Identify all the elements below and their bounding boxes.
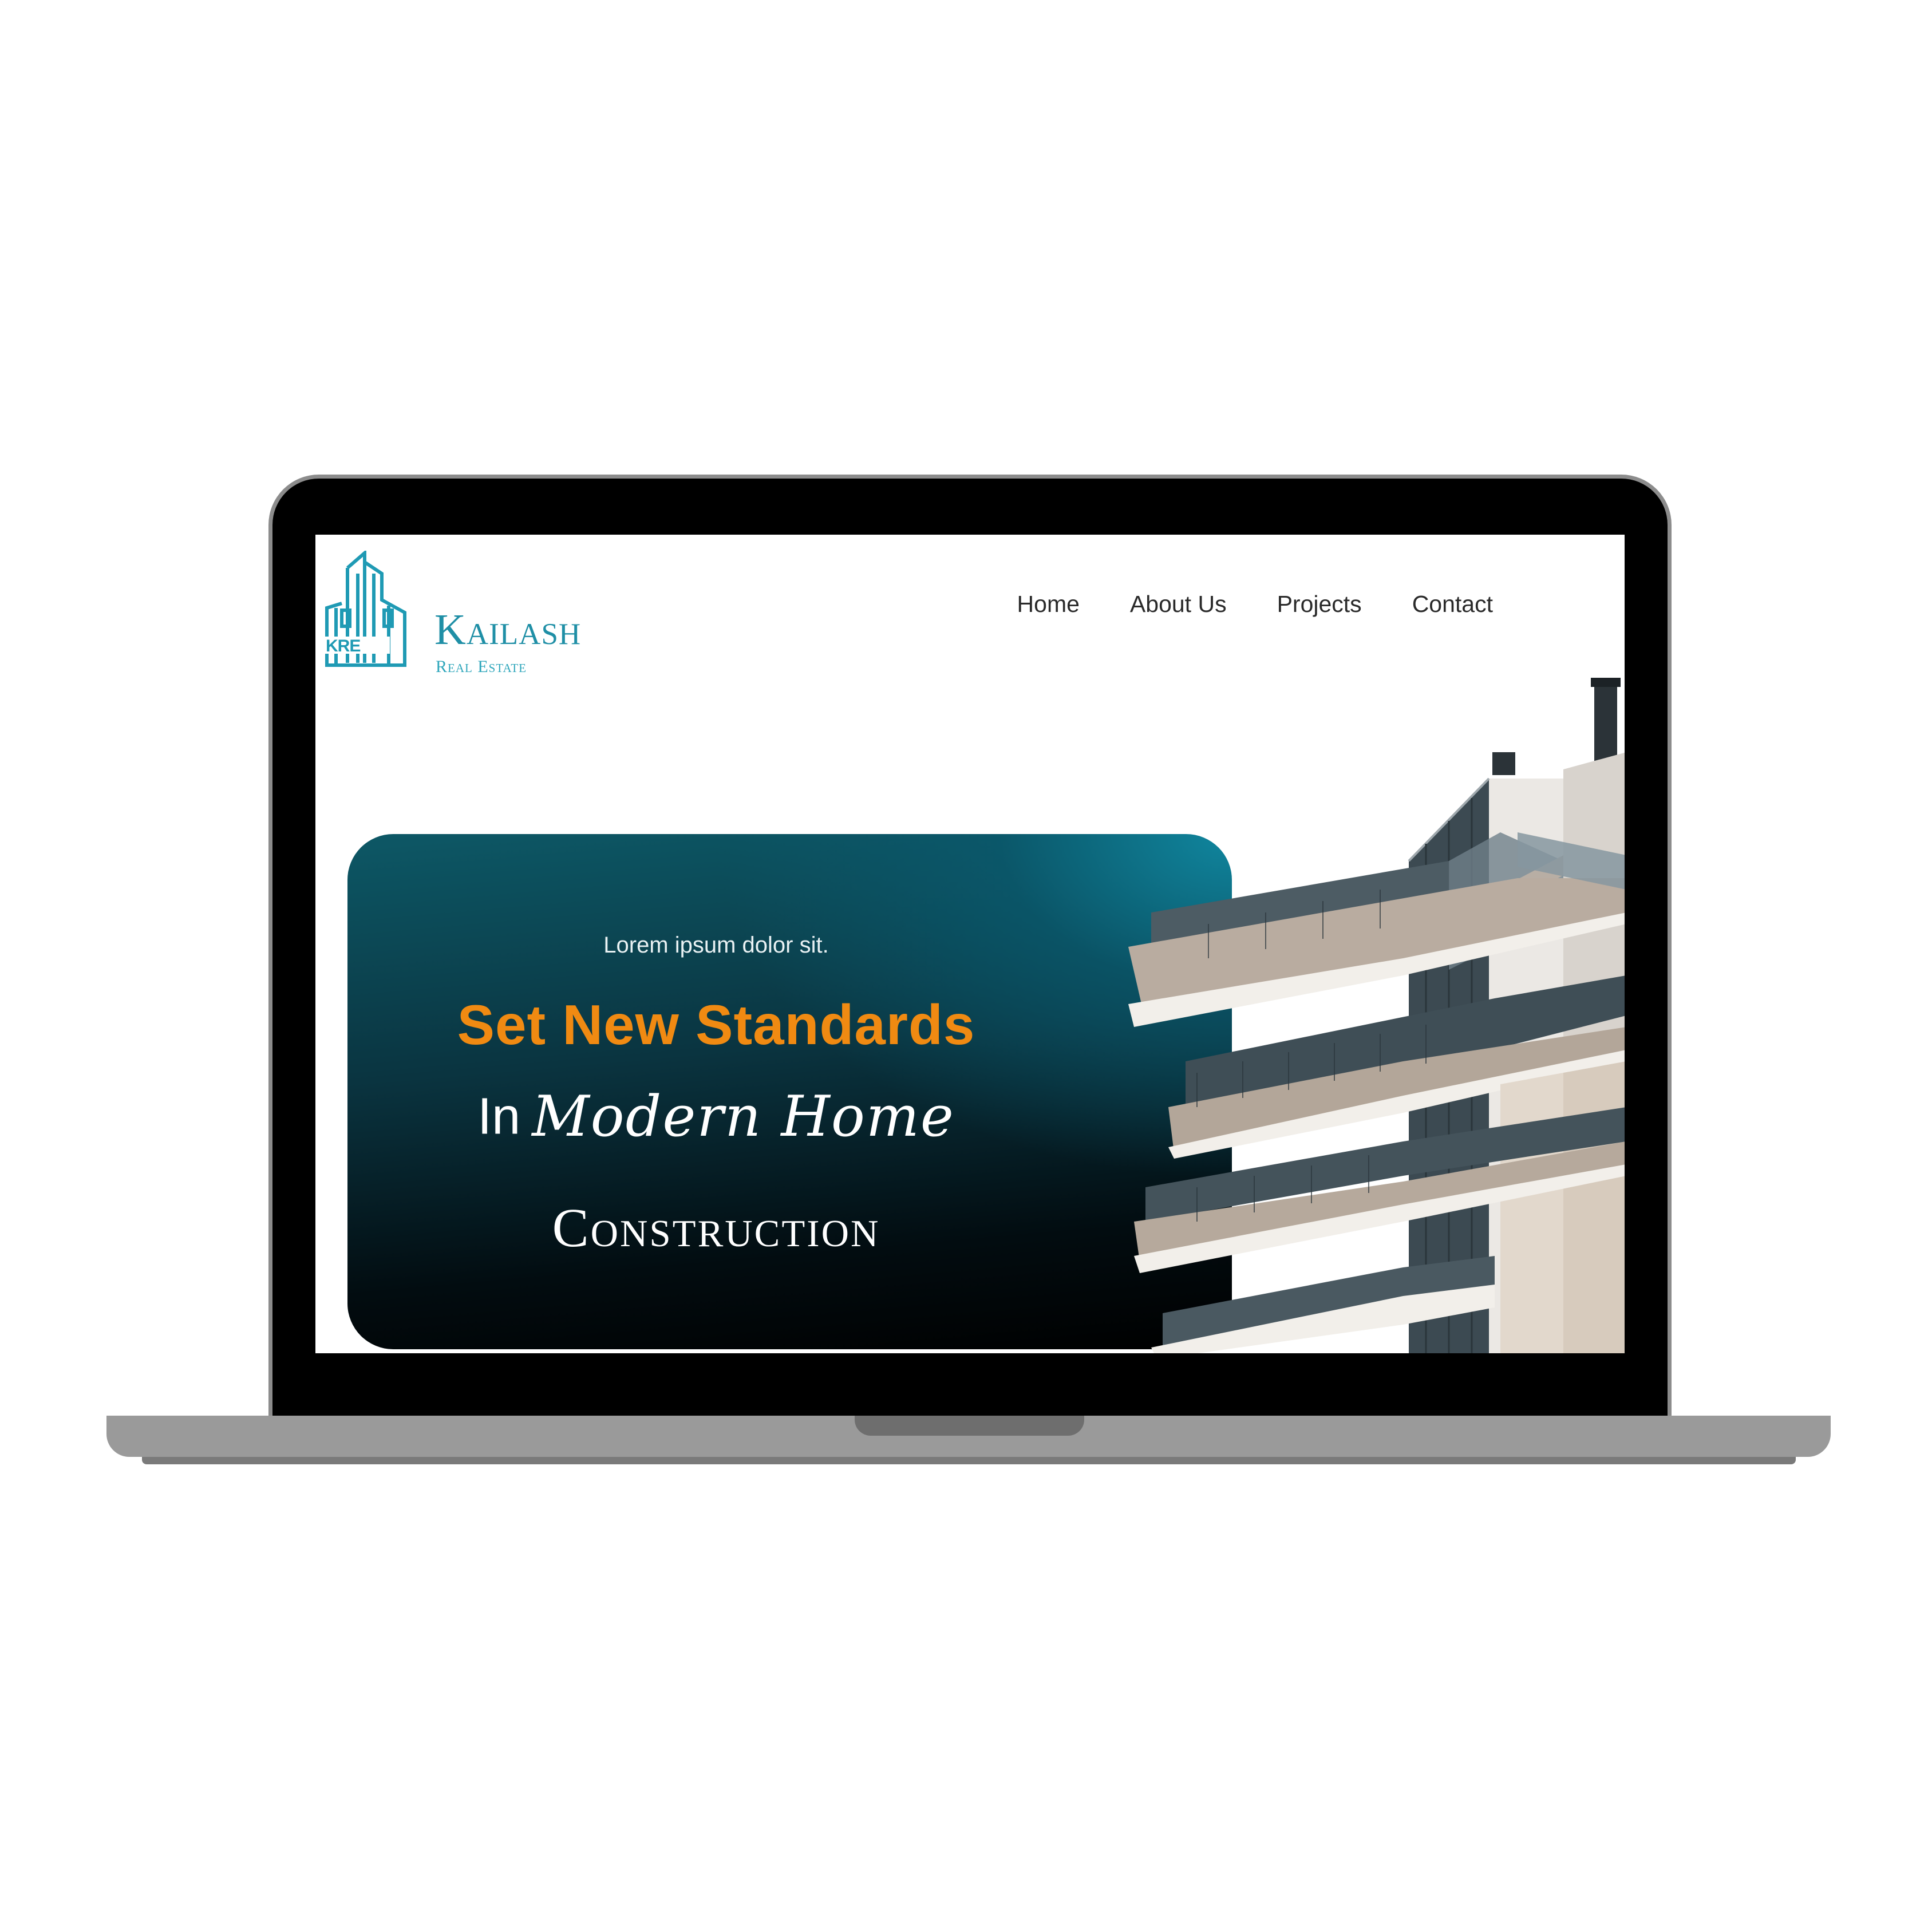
hero-headline: Set New Standards xyxy=(457,993,975,1056)
nav-about-us[interactable]: About Us xyxy=(1130,591,1227,618)
brand-name: Kailash xyxy=(434,606,582,654)
hero-line-construction: Construction xyxy=(552,1197,880,1258)
hero-subheadline-script: Modern Home xyxy=(532,1084,955,1149)
hero-subheadline-plain: In xyxy=(477,1088,521,1145)
building-logo-icon: KRE xyxy=(325,551,406,667)
brand-logo[interactable]: KRE Kailash Real Estate xyxy=(325,551,645,675)
building-image xyxy=(1128,678,1625,1353)
hero-eyebrow: Lorem ipsum dolor sit. xyxy=(603,933,829,958)
nav-contact[interactable]: Contact xyxy=(1412,591,1493,618)
laptop-foot xyxy=(142,1457,1796,1464)
svg-text:KRE: KRE xyxy=(326,637,360,655)
nav-home[interactable]: Home xyxy=(1017,591,1080,618)
laptop-notch xyxy=(855,1416,1084,1436)
brand-tagline: Real Estate xyxy=(436,657,527,676)
main-nav: Home About Us Projects Contact xyxy=(1017,591,1493,618)
website-screen: KRE Kailash Real Estate Home About Us Pr… xyxy=(315,535,1625,1353)
nav-projects[interactable]: Projects xyxy=(1277,591,1362,618)
hero-subheadline: In Modern Home xyxy=(453,1084,979,1149)
